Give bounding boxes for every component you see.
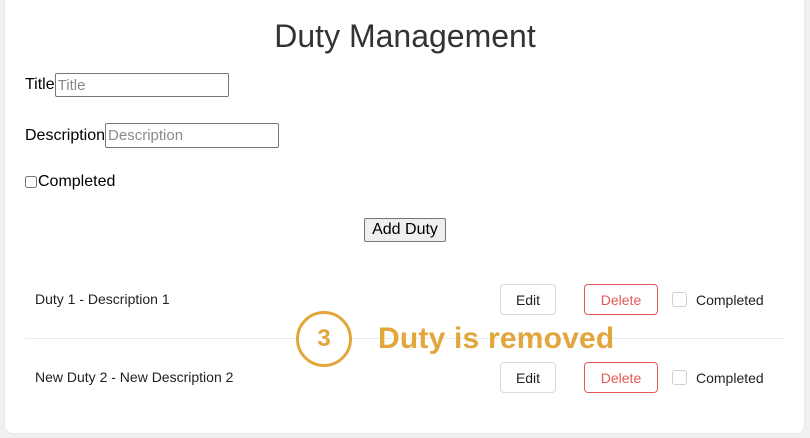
- title-label: Title: [25, 76, 55, 93]
- duty-completed-label: Completed: [696, 292, 764, 308]
- annotation-text: Duty is removed: [378, 322, 615, 355]
- completed-checkbox[interactable]: [25, 176, 37, 188]
- completed-label: Completed: [38, 173, 116, 190]
- completed-row: Completed: [25, 173, 115, 191]
- description-input[interactable]: [105, 123, 280, 148]
- duty-text: New Duty 2 - New Description 2: [35, 369, 234, 385]
- duty-completed-checkbox[interactable]: [672, 292, 687, 307]
- step-number-badge: 3: [296, 311, 352, 367]
- add-duty-button[interactable]: Add Duty: [364, 218, 446, 242]
- duty-text: Duty 1 - Description 1: [35, 291, 170, 307]
- description-label: Description: [25, 126, 106, 144]
- title-input[interactable]: [54, 73, 229, 97]
- duty-completed-label: Completed: [696, 370, 764, 386]
- page-title: Duty Management: [274, 18, 536, 54]
- duty-completed-checkbox[interactable]: [672, 370, 687, 385]
- description-row: Description: [25, 123, 280, 148]
- title-row: Title: [25, 73, 229, 97]
- step-annotation: 3 Duty is removed: [296, 311, 614, 367]
